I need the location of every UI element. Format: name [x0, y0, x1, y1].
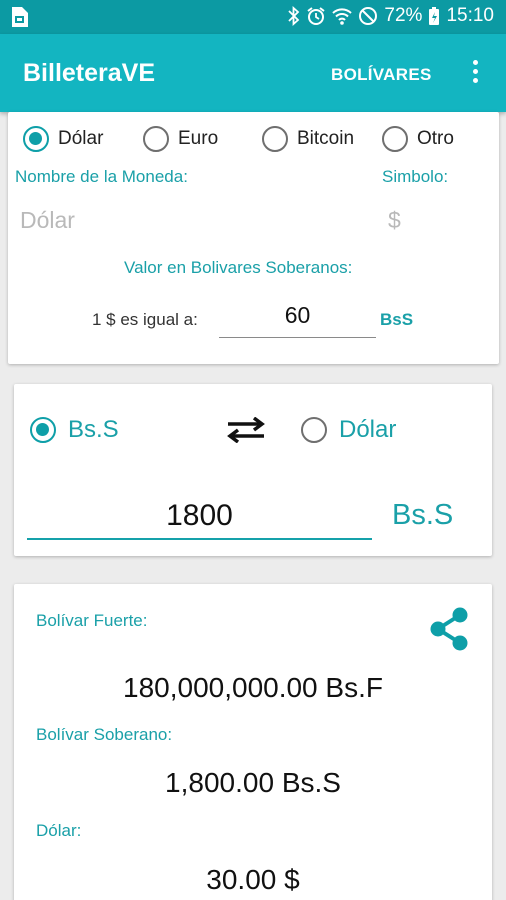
- radio-dolar-converter[interactable]: Dólar: [301, 416, 396, 444]
- status-time: 15:10: [446, 5, 494, 26]
- radio-bitcoin[interactable]: Bitcoin: [262, 126, 354, 152]
- bolivar-soberano-value: 1,800.00 Bs.S: [165, 767, 341, 798]
- status-bar: 72% 15:10: [0, 0, 506, 34]
- radio-circle: [23, 126, 49, 152]
- radio-dolar[interactable]: Dólar: [23, 126, 103, 152]
- bluetooth-icon: [288, 6, 300, 26]
- amount-unit-label: Bs.S: [392, 499, 454, 531]
- radio-circle: [143, 126, 169, 152]
- share-icon[interactable]: [428, 606, 470, 652]
- currency-name-label: Nombre de la Moneda:: [15, 167, 188, 186]
- more-options-icon[interactable]: [468, 60, 482, 86]
- do-not-disturb-icon: [359, 7, 378, 25]
- dolar-label: Dólar:: [36, 821, 82, 840]
- radio-circle: [301, 417, 327, 443]
- exchange-rate-input[interactable]: 60: [219, 302, 376, 338]
- battery-percent: 72%: [384, 5, 423, 26]
- symbol-field[interactable]: $: [388, 207, 401, 234]
- bolivar-fuerte-label: Bolívar Fuerte:: [36, 611, 148, 630]
- radio-label: Dólar: [339, 416, 397, 443]
- converter-card: Bs.S Dólar 1800 Bs.S: [14, 384, 492, 556]
- radio-label: Otro: [417, 128, 454, 149]
- amount-input[interactable]: 1800: [27, 496, 372, 540]
- battery-charging-icon: [429, 7, 440, 25]
- radio-label: Bs.S: [68, 416, 119, 443]
- radio-circle: [262, 126, 288, 152]
- alarm-icon: [307, 7, 326, 25]
- results-card: Bolívar Fuerte: 180,000,000.00 Bs.F Bolí…: [14, 584, 492, 900]
- radio-circle: [30, 417, 56, 443]
- bolivar-fuerte-value: 180,000,000.00 Bs.F: [123, 672, 383, 703]
- radio-label: Dólar: [58, 128, 104, 149]
- symbol-label: Simbolo:: [382, 167, 449, 186]
- wifi-icon: [332, 8, 353, 25]
- bolivar-soberano-label: Bolívar Soberano:: [36, 725, 173, 744]
- radio-bss[interactable]: Bs.S: [30, 416, 119, 444]
- rate-unit-label: BsS: [380, 310, 414, 329]
- status-icons: 72% 15:10: [288, 5, 494, 27]
- app-bar: BilleteraVE BOLÍVARES: [0, 34, 506, 112]
- radio-euro[interactable]: Euro: [143, 126, 218, 152]
- value-label: Valor en Bolivares Soberanos:: [124, 258, 353, 277]
- swap-icon[interactable]: [226, 417, 266, 443]
- currency-settings-card: Dólar Euro Bitcoin Otro Nombre de la Mon…: [8, 112, 499, 364]
- currency-name-field[interactable]: Dólar: [20, 207, 75, 234]
- sim-card-icon: [12, 7, 28, 27]
- bolivares-button[interactable]: BOLÍVARES: [331, 65, 432, 85]
- radio-circle: [382, 126, 408, 152]
- app-title: BilleteraVE: [23, 59, 156, 87]
- dolar-value: 30.00 $: [206, 864, 300, 895]
- equals-label: 1 $ es igual a:: [92, 310, 198, 329]
- radio-label: Euro: [178, 128, 219, 149]
- radio-label: Bitcoin: [297, 128, 355, 149]
- radio-otro[interactable]: Otro: [382, 126, 454, 152]
